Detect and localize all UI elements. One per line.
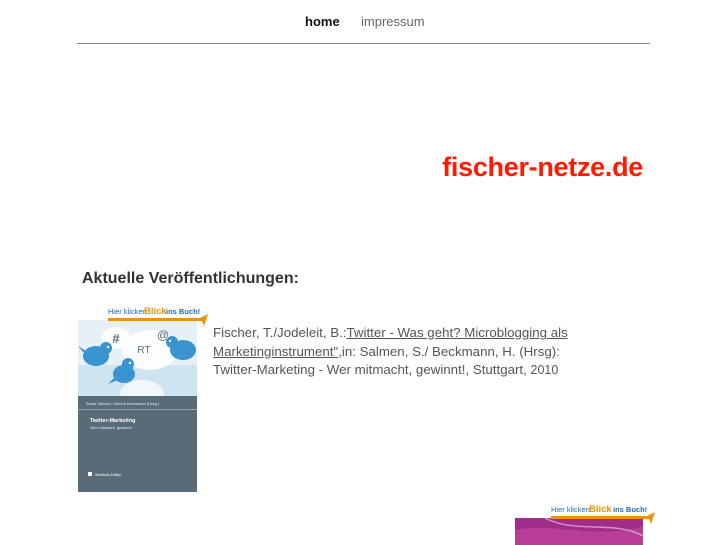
nav-home-link[interactable]: home — [305, 14, 340, 29]
book-title: Twitter-Marketing — [90, 418, 135, 424]
publication-source: ,in: Salmen, S./ Beckmann, H. (Hrsg): — [338, 343, 560, 359]
book-cover-twitter-marketing[interactable]: # @ RT Sonja Salmen, Helmut Beckmann (Hr… — [78, 304, 208, 492]
publication-citation: Fischer, T./Jodeleit, B.:Twitter - Was g… — [213, 324, 653, 380]
banner-text-click-2: Hier klicken — [551, 505, 590, 514]
book-publisher: Steinbeis-Edition — [95, 473, 121, 477]
book-cover-image: # @ RT Sonja Salmen, Helmut Beckmann (Hr… — [78, 304, 208, 492]
banner-text-blick: Blick — [144, 306, 167, 317]
nav-impressum-link[interactable]: impressum — [361, 14, 425, 29]
publication-book: Twitter-Marketing - Wer mitmacht, gewinn… — [213, 362, 527, 377]
book-editors: Sonja Salmen, Helmut Beckmann (Hrsg.) — [86, 401, 160, 406]
section-heading: Aktuelle Veröffentlichungen: — [82, 270, 299, 287]
banner-text-book-2: ins Buch! — [613, 505, 647, 514]
banner-text-blick-2: Blick — [589, 504, 612, 515]
book-cover-image-2: Hier klicken Blick ins Buch! — [515, 502, 655, 545]
top-navigation: home impressum — [0, 0, 727, 44]
banner-text-click: Hier klicken — [108, 307, 147, 316]
book-subtitle: Wer mitmacht, gewinnt! — [90, 425, 132, 430]
publication-authors: Fischer, T./Jodeleit, B.: — [213, 325, 347, 340]
book-cover-second[interactable]: Hier klicken Blick ins Buch! — [515, 500, 657, 545]
rt-symbol: RT — [137, 345, 150, 356]
nav-divider — [77, 43, 650, 44]
hash-symbol: # — [112, 331, 120, 346]
site-title: fischer-netze.de — [442, 152, 643, 182]
banner-text-book: ins Buch! — [166, 307, 200, 316]
publication-year: 2010 — [530, 363, 559, 377]
